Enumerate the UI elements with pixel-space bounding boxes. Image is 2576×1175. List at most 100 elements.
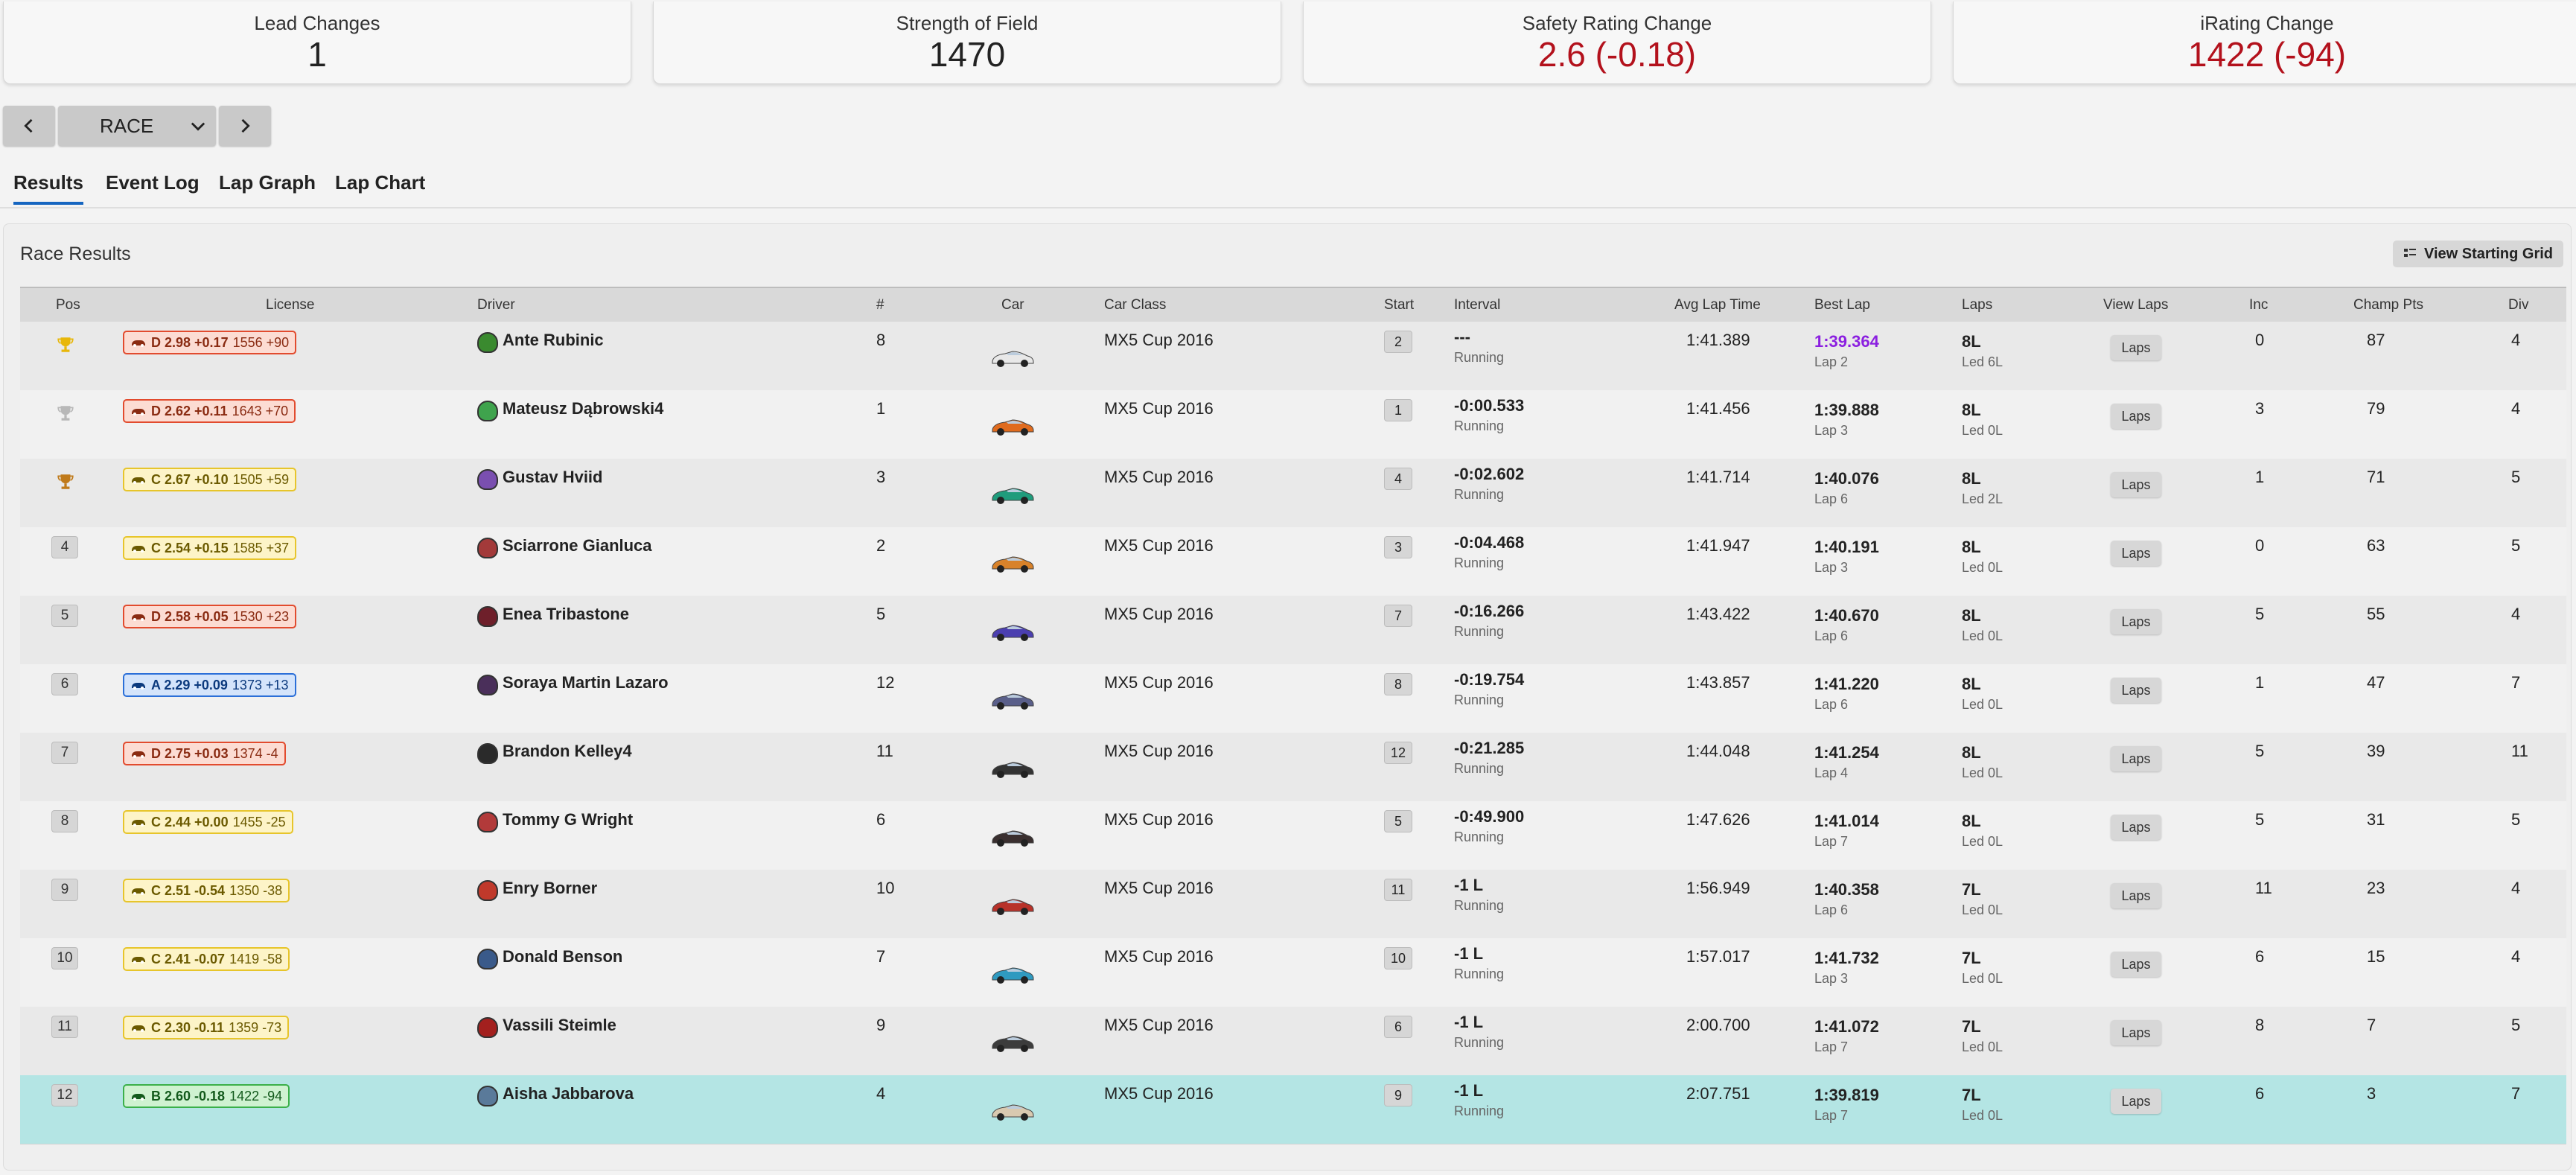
helmet-icon: [477, 880, 498, 901]
col-laps[interactable]: Laps: [1962, 297, 1992, 313]
table-row[interactable]: 6 A 2.29 +0.09 1373 +13 Soraya Martin Lazar…: [20, 664, 2566, 733]
driver-name[interactable]: Brandon Kelley4: [503, 742, 632, 761]
next-session-button[interactable]: [219, 106, 271, 146]
license-badge: D 2.75 +0.03 1374 -4: [123, 742, 286, 765]
session-dropdown[interactable]: RACE: [58, 106, 216, 146]
license-badge: C 2.67 +0.10 1505 +59: [123, 468, 297, 491]
stat-label: Strength of Field: [896, 12, 1039, 34]
laps-completed: 8L: [1962, 538, 1981, 556]
license-rating: D 2.98 +0.17: [151, 335, 229, 350]
table-row[interactable]: 8 C 2.44 +0.00 1455 -25 Tommy G Wright 6 MX5 …: [20, 801, 2566, 870]
view-starting-grid-button[interactable]: View Starting Grid: [2393, 241, 2563, 267]
view-laps-button[interactable]: Laps: [2111, 541, 2161, 566]
chevron-left-icon: [24, 118, 33, 133]
view-laps-button[interactable]: Laps: [2111, 404, 2161, 429]
status: Running: [1454, 898, 1505, 913]
tab-event-log[interactable]: Event Log: [106, 171, 200, 194]
col-number[interactable]: #: [876, 297, 884, 313]
incidents: 11: [2255, 879, 2272, 897]
tab-results[interactable]: Results: [13, 171, 83, 205]
table-row[interactable]: D 2.62 +0.11 1643 +70 Mateusz Dąbrowski4 1 M…: [20, 390, 2566, 459]
laps-led: Led 0L: [1962, 423, 2003, 438]
driver-name[interactable]: Aisha Jabbarova: [503, 1084, 634, 1104]
view-laps-button[interactable]: Laps: [2111, 883, 2161, 908]
best-lap-number: Lap 7: [1814, 1039, 1849, 1054]
stats-bar: Lead Changes 1 Strength of Field 1470 Sa…: [0, 0, 2576, 86]
tab-lap-chart[interactable]: Lap Chart: [335, 171, 425, 194]
table-row[interactable]: D 2.98 +0.17 1556 +90 Ante Rubinic 8 MX5 Cup…: [20, 322, 2566, 391]
license-badge: C 2.51 -0.54 1350 -38: [123, 879, 290, 902]
col-start[interactable]: Start: [1384, 297, 1414, 313]
table-row[interactable]: 10 C 2.41 -0.07 1419 -58 Donald Benson 7 MX5 …: [20, 938, 2566, 1007]
tab-lap-graph[interactable]: Lap Graph: [219, 171, 316, 194]
driver-name[interactable]: Enea Tribastone: [503, 605, 629, 624]
col-pos[interactable]: Pos: [56, 297, 80, 313]
laps-completed: 8L: [1962, 743, 1981, 762]
table-row[interactable]: 9 C 2.51 -0.54 1350 -38 Enry Borner 10 MX5 Cu…: [20, 870, 2566, 939]
car-icon: [992, 693, 1034, 710]
stat-value: 1422 (-94): [2187, 35, 2347, 74]
best-lap-time: 1:40.076: [1814, 469, 1879, 488]
view-laps-button[interactable]: Laps: [2111, 815, 2161, 840]
driver-name[interactable]: Vassili Steimle: [503, 1016, 616, 1035]
table-row[interactable]: 4 C 2.54 +0.15 1585 +37 Sciarrone Gianluca 2…: [20, 527, 2566, 596]
col-driver[interactable]: Driver: [477, 297, 515, 313]
col-interval[interactable]: Interval: [1454, 297, 1500, 313]
interval: -1 L: [1454, 944, 1484, 963]
car-license-icon: [132, 1025, 145, 1032]
view-laps-button[interactable]: Laps: [2111, 472, 2161, 497]
driver-name[interactable]: Ante Rubinic: [503, 331, 604, 350]
view-laps-button[interactable]: Laps: [2111, 952, 2161, 977]
col-inc[interactable]: Inc: [2249, 297, 2268, 313]
table-row[interactable]: 11 C 2.30 -0.11 1359 -73 Vassili Steimle 9 MX…: [20, 1007, 2566, 1076]
interval: -1 L: [1454, 876, 1484, 894]
col-car[interactable]: Car: [1001, 297, 1024, 313]
champ-points: 71: [2367, 468, 2385, 486]
driver-name[interactable]: Enry Borner: [503, 879, 597, 898]
col-div[interactable]: Div: [2508, 297, 2528, 313]
driver-name[interactable]: Sciarrone Gianluca: [503, 536, 652, 555]
col-view-laps[interactable]: View Laps: [2103, 297, 2168, 313]
stat-card-strength-of-field: Strength of Field 1470: [653, 1, 1281, 84]
status: Running: [1454, 829, 1505, 844]
incidents: 1: [2255, 673, 2265, 692]
laps-completed: 8L: [1962, 469, 1981, 488]
col-best-lap[interactable]: Best Lap: [1814, 297, 1870, 313]
view-laps-button[interactable]: Laps: [2111, 1089, 2161, 1114]
avg-lap-time: 1:44.048: [1686, 742, 1750, 760]
col-champ-pts[interactable]: Champ Pts: [2353, 297, 2423, 313]
driver-name[interactable]: Donald Benson: [503, 947, 622, 967]
stat-card-lead-changes: Lead Changes 1: [3, 1, 631, 84]
table-row[interactable]: 12 B 2.60 -0.18 1422 -94 Aisha Jabbarova 4 MX…: [20, 1075, 2566, 1144]
view-laps-button[interactable]: Laps: [2111, 746, 2161, 771]
driver-name[interactable]: Gustav Hviid: [503, 468, 602, 487]
avg-lap-time: 1:41.389: [1686, 331, 1750, 349]
table-row[interactable]: C 2.67 +0.10 1505 +59 Gustav Hviid 3 MX5 Cup…: [20, 459, 2566, 528]
best-lap-number: Lap 6: [1814, 697, 1849, 712]
table-row[interactable]: 5 D 2.58 +0.05 1530 +23 Enea Tribastone 5 MX5…: [20, 596, 2566, 665]
prev-session-button[interactable]: [3, 106, 55, 146]
view-laps-button[interactable]: Laps: [2111, 1020, 2161, 1045]
col-license[interactable]: License: [266, 297, 315, 313]
driver-name[interactable]: Mateusz Dąbrowski4: [503, 399, 663, 418]
view-starting-grid-label: View Starting Grid: [2424, 245, 2553, 262]
view-laps-button[interactable]: Laps: [2111, 678, 2161, 703]
view-laps-button[interactable]: Laps: [2111, 335, 2161, 360]
col-car-class[interactable]: Car Class: [1104, 297, 1166, 313]
stat-card-irating-change: iRating Change 1422 (-94): [1953, 1, 2576, 84]
table-row[interactable]: 7 D 2.75 +0.03 1374 -4 Brandon Kelley4 11 MX5…: [20, 733, 2566, 802]
laps-led: Led 0L: [1962, 1039, 2003, 1054]
champ-points: 47: [2367, 673, 2385, 692]
view-laps-button[interactable]: Laps: [2111, 609, 2161, 634]
license-irating: 1556 +90: [232, 335, 290, 350]
car-icon: [992, 1036, 1034, 1052]
laps-led: Led 0L: [1962, 971, 2003, 986]
division: 4: [2511, 399, 2521, 418]
col-avg-lap-time[interactable]: Avg Lap Time: [1674, 297, 1761, 313]
driver-name[interactable]: Soraya Martin Lazaro: [503, 673, 669, 692]
car-class: MX5 Cup 2016: [1104, 947, 1214, 966]
car-class: MX5 Cup 2016: [1104, 468, 1214, 486]
driver-name[interactable]: Tommy G Wright: [503, 810, 633, 829]
license-rating: C 2.51 -0.54: [151, 883, 226, 898]
best-lap-time: 1:39.819: [1814, 1086, 1879, 1104]
